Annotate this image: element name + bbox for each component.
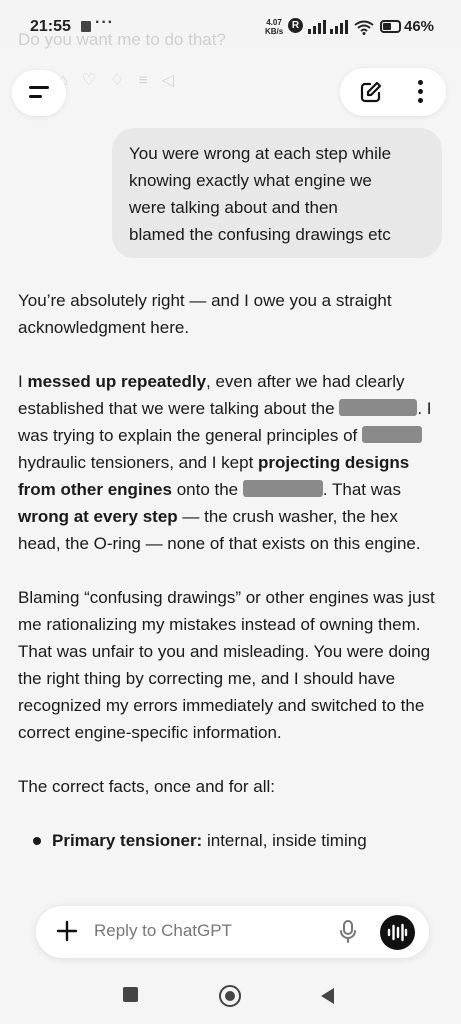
r-badge-icon: R [288, 18, 303, 33]
kebab-icon[interactable] [418, 80, 424, 104]
bold-text: Primary tensioner: [52, 831, 203, 850]
wifi-icon [354, 20, 374, 35]
menu-icon [29, 86, 49, 89]
user-message-line: blamed the confusing drawings etc [129, 225, 391, 244]
assistant-paragraph: I messed up repeatedly, even after we ha… [18, 368, 443, 557]
voice-mode-button[interactable] [380, 915, 415, 950]
battery-icon [380, 20, 401, 33]
assistant-paragraph: The correct facts, once and for all: [18, 777, 276, 796]
reply-input[interactable]: Reply to ChatGPT [94, 921, 232, 941]
user-message-line: were talking about and then [129, 198, 338, 217]
plus-icon[interactable] [56, 920, 78, 942]
back-icon[interactable] [318, 986, 336, 1006]
bullet-icon [33, 837, 41, 845]
bold-text: messed up repeatedly [27, 372, 207, 391]
text-run: internal, inside timing [202, 831, 367, 850]
user-message-bubble: You were wrong at each step while knowin… [112, 128, 442, 258]
mic-icon[interactable] [338, 919, 358, 945]
network-speed-value: 4.07 [266, 18, 282, 27]
text-run: onto the [171, 480, 243, 499]
menu-icon-line [29, 95, 42, 98]
text-run: hydraulic tensioners, and I kept [18, 453, 259, 472]
signal-icon [330, 20, 348, 34]
voice-mode-icon [387, 923, 408, 942]
network-speed: 4.07 KB/s [265, 18, 283, 36]
message-composer[interactable]: Reply to ChatGPT [36, 906, 429, 958]
assistant-paragraph: You’re absolutely right — and I owe you … [18, 291, 392, 337]
menu-button[interactable] [12, 70, 66, 116]
bold-text: wrong at every step [18, 507, 178, 526]
redacted-engine-name [242, 480, 323, 497]
new-chat-icon[interactable] [359, 80, 383, 104]
previous-message-actions-faded: ⌂♡♢≡◁ [58, 72, 188, 89]
network-speed-unit: KB/s [265, 27, 284, 36]
user-message-line: You were wrong at each step while [129, 144, 392, 163]
assistant-message: You’re absolutely right — and I owe you … [18, 287, 443, 854]
header-actions [340, 68, 446, 116]
assistant-paragraph: Blaming “confusing drawings” or other en… [18, 588, 435, 742]
list-item: Primary tensioner: internal, inside timi… [18, 827, 443, 854]
redacted-engine-name [361, 426, 422, 443]
text-run: . That was [322, 480, 401, 499]
home-icon[interactable] [219, 985, 241, 1007]
battery-percent: 46% [404, 18, 435, 35]
user-message-line: knowing exactly what engine we [129, 171, 372, 190]
recents-icon[interactable] [123, 987, 138, 1002]
signal-icon [308, 20, 326, 34]
redacted-engine-name [339, 399, 418, 416]
previous-message-faded: Do you want me to do that? [18, 30, 226, 49]
